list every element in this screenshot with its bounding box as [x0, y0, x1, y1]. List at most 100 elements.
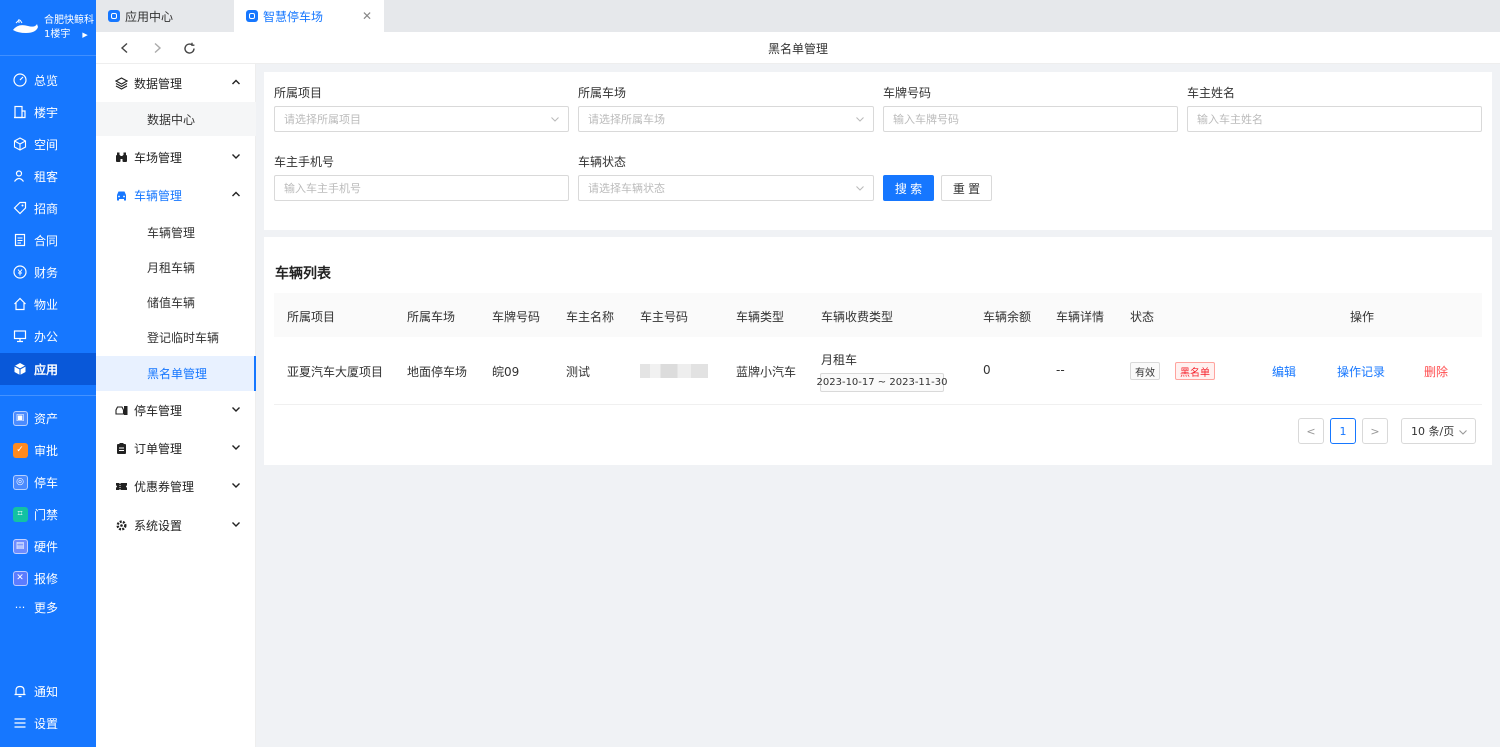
menu-group-label: 订单管理	[134, 441, 183, 456]
phone-input[interactable]: 输入车主手机号	[274, 175, 569, 201]
prev-page-button[interactable]: <	[1298, 418, 1324, 444]
rail-notify[interactable]: 通知	[0, 675, 96, 707]
smart-parking-icon	[246, 10, 258, 22]
main-nav-rail: 合肥快鲸科 1楼宇 ▶ 总览 楼宇 空间 租客 招商 合同 财务 物业 办公 应用…	[0, 0, 96, 747]
rail-app-parking[interactable]: ◎ 停车	[0, 466, 96, 498]
filter-label-owner: 车主姓名	[1187, 86, 1236, 100]
menu-lines-icon	[12, 715, 28, 731]
coin-icon	[12, 264, 28, 280]
menu-group-vehicle[interactable]: 车辆管理	[96, 177, 256, 213]
parking-icon: ◎	[12, 474, 28, 490]
more-dots-icon: ···	[14, 600, 26, 614]
monitor-icon	[12, 328, 28, 344]
select-placeholder: 请选择所属车场	[588, 113, 665, 126]
rail-item-property[interactable]: 物业	[0, 288, 96, 320]
filter-label-plate: 车牌号码	[883, 86, 932, 100]
menu-group-coupon[interactable]: 优惠券管理	[96, 468, 256, 504]
rail-app-hardware[interactable]: ▤ 硬件	[0, 530, 96, 562]
rail-item-label: 门禁	[34, 507, 59, 522]
plate-input[interactable]: 输入车牌号码	[883, 106, 1178, 132]
rail-item-contract[interactable]: 合同	[0, 224, 96, 256]
chevron-down-icon	[551, 117, 559, 122]
asset-icon: ▣	[12, 410, 28, 426]
delete-link[interactable]: 删除	[1424, 363, 1448, 380]
cell-type: 蓝牌小汽车	[736, 365, 797, 379]
menu-group-data[interactable]: 数据管理	[96, 65, 256, 101]
column-header: 所属项目	[287, 310, 336, 324]
rail-more[interactable]: ··· 更多	[0, 591, 96, 623]
menu-item-data-center[interactable]: 数据中心	[96, 102, 256, 136]
next-page-button[interactable]: >	[1362, 418, 1388, 444]
owner-input[interactable]: 输入车主姓名	[1187, 106, 1482, 132]
menu-group-label: 优惠券管理	[134, 479, 195, 494]
app-cube-icon	[12, 361, 28, 377]
tab-app-center[interactable]: 应用中心	[96, 0, 234, 32]
rail-item-label: 更多	[34, 600, 59, 615]
lot-select[interactable]: 请选择所属车场	[578, 106, 874, 132]
column-header: 车主号码	[640, 310, 689, 324]
rail-item-space[interactable]: 空间	[0, 128, 96, 160]
menu-group-order[interactable]: 订单管理	[96, 430, 256, 466]
cell-phone-redacted	[640, 364, 708, 378]
rail-item-office[interactable]: 办公	[0, 320, 96, 352]
rail-app-approval[interactable]: ✓ 审批	[0, 434, 96, 466]
project-select[interactable]: 请选择所属项目	[274, 106, 569, 132]
menu-item-vehicle-mgmt[interactable]: 车辆管理	[96, 215, 256, 249]
cell-balance: 0	[983, 363, 991, 377]
rail-item-label: 楼宇	[34, 105, 59, 120]
edit-link[interactable]: 编辑	[1272, 363, 1296, 380]
menu-group-parking[interactable]: 停车管理	[96, 392, 256, 428]
filter-panel: 所属项目 请选择所属项目 所属车场 请选择所属车场 车牌号码 输入车牌号码 车主…	[264, 72, 1492, 230]
cube-icon	[12, 136, 28, 152]
chevron-up-icon	[232, 79, 240, 85]
close-icon[interactable]: ✕	[362, 9, 372, 23]
menu-item-stored[interactable]: 储值车辆	[96, 285, 256, 319]
back-icon[interactable]	[116, 39, 134, 57]
rail-app-asset[interactable]: ▣ 资产	[0, 402, 96, 434]
tab-label: 智慧停车场	[263, 9, 324, 24]
chevron-down-icon	[232, 522, 240, 527]
menu-item-blacklist[interactable]: 黑名单管理	[96, 356, 256, 391]
operation-log-link[interactable]: 操作记录	[1337, 363, 1385, 380]
rail-item-building[interactable]: 楼宇	[0, 96, 96, 128]
rail-item-leasing[interactable]: 招商	[0, 192, 96, 224]
rail-item-tenant[interactable]: 租客	[0, 160, 96, 192]
rail-item-finance[interactable]: 财务	[0, 256, 96, 288]
menu-group-label: 车辆管理	[134, 188, 183, 203]
clipboard-icon	[115, 442, 128, 455]
status-badge-blacklist: 黑名单	[1175, 362, 1215, 380]
rail-settings[interactable]: 设置	[0, 707, 96, 739]
chevron-down-icon	[232, 483, 240, 488]
refresh-icon[interactable]	[180, 39, 198, 57]
menu-group-system[interactable]: 系统设置	[96, 507, 256, 543]
tab-label: 应用中心	[125, 9, 174, 24]
menu-group-label: 停车管理	[134, 403, 183, 418]
column-header: 车主名称	[566, 310, 615, 324]
forward-icon[interactable]	[148, 39, 166, 57]
rail-item-apps[interactable]: 应用	[0, 353, 96, 385]
reset-button[interactable]: 重 置	[941, 175, 992, 201]
rail-item-label: 合同	[34, 233, 59, 248]
caret-right-icon: ▶	[82, 30, 88, 39]
bell-icon	[12, 683, 28, 699]
rail-item-label: 总览	[34, 73, 59, 88]
page-number[interactable]: 1	[1330, 418, 1356, 444]
rail-item-label: 硬件	[34, 539, 59, 554]
status-select[interactable]: 请选择车辆状态	[578, 175, 874, 201]
page-size-select[interactable]: 10 条/页	[1401, 418, 1476, 444]
rail-app-repair[interactable]: ✕ 报修	[0, 562, 96, 594]
module-sidebar: 数据管理 数据中心 车场管理 车辆管理 车辆管理 月租车辆 储值车辆 登记临时车…	[96, 64, 256, 747]
menu-item-temp[interactable]: 登记临时车辆	[96, 320, 256, 354]
menu-item-monthly[interactable]: 月租车辆	[96, 250, 256, 284]
document-icon	[12, 232, 28, 248]
search-button[interactable]: 搜 索	[883, 175, 934, 201]
menu-group-label: 车场管理	[134, 150, 183, 165]
rail-app-access[interactable]: ⌗ 门禁	[0, 498, 96, 530]
app-center-icon	[108, 10, 120, 22]
parking-car-icon	[115, 404, 128, 417]
org-switcher[interactable]: 合肥快鲸科 1楼宇 ▶	[0, 0, 96, 56]
rail-item-overview[interactable]: 总览	[0, 64, 96, 96]
menu-group-lot[interactable]: 车场管理	[96, 139, 256, 175]
tab-smart-parking[interactable]: 智慧停车场 ✕	[234, 0, 384, 32]
column-header: 状态	[1130, 310, 1155, 324]
